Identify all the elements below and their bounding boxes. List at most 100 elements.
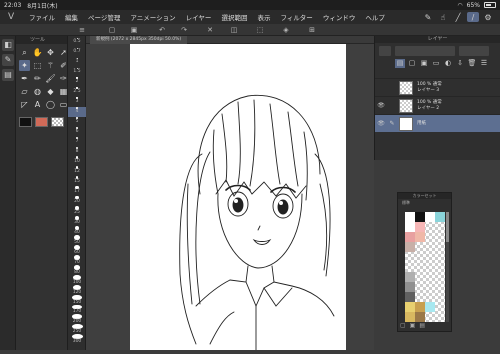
layer-menu-icon[interactable]: ☰	[479, 59, 489, 68]
brush-size-item[interactable]: 7	[68, 136, 86, 147]
brush-size-item[interactable]: 1	[68, 57, 86, 68]
brush-size-item[interactable]: 300	[68, 334, 86, 344]
pen-mode-icon[interactable]: ✎	[422, 12, 434, 22]
color-swatch[interactable]	[435, 252, 445, 262]
pen-tool-icon[interactable]: ✎	[2, 54, 14, 66]
menu-edit[interactable]: 編集	[60, 12, 83, 22]
colorset-name[interactable]: 標準	[398, 199, 451, 205]
visibility-icon[interactable]: 👁	[375, 120, 387, 127]
color-swatch[interactable]	[415, 232, 425, 242]
brush-size-item[interactable]: 120	[68, 284, 86, 295]
menu-file[interactable]: ファイル	[24, 12, 60, 22]
finger-icon[interactable]: ☝	[437, 12, 449, 22]
brush-size-item[interactable]: 17	[68, 186, 86, 196]
menu-view[interactable]: 表示	[252, 12, 275, 22]
brush-size-item[interactable]: 150	[68, 294, 86, 305]
color-swatch[interactable]	[425, 242, 435, 252]
app-logo-icon[interactable]: ᐯ	[8, 12, 20, 22]
menu-page[interactable]: ページ管理	[83, 12, 125, 22]
color-swatch[interactable]	[415, 262, 425, 272]
color-swatch[interactable]	[405, 252, 415, 262]
menu-selection[interactable]: 選択範囲	[216, 12, 252, 22]
brush-size-item[interactable]: 2	[68, 77, 86, 87]
document-tab[interactable]: 新規例 (2072 x 2845px 350dpi 50.0%)	[90, 36, 188, 44]
brush-size-item[interactable]: 1.5	[68, 67, 86, 78]
replace-color-icon[interactable]: ▣	[410, 322, 416, 329]
brush-tool-icon[interactable]: 🖌	[45, 73, 56, 84]
blend-tool-icon[interactable]: ◍	[32, 86, 43, 97]
menu-list-icon[interactable]: ≡	[78, 26, 86, 34]
color-swatch[interactable]	[405, 222, 415, 232]
brush-size-item[interactable]: 200	[68, 314, 86, 324]
opacity-slider[interactable]	[459, 45, 489, 56]
color-swatch[interactable]	[435, 212, 445, 222]
brush-size-item[interactable]: 70	[68, 255, 86, 265]
menu-window[interactable]: ウィンドウ	[318, 12, 361, 22]
color-swatch[interactable]	[425, 312, 435, 322]
color-swatch[interactable]	[435, 232, 445, 242]
fill-tool-icon[interactable]: ◆	[45, 86, 56, 97]
brush-size-item[interactable]: 8	[68, 146, 86, 157]
pen-tool-icon[interactable]: ✒	[19, 73, 30, 84]
color-swatch[interactable]	[435, 262, 445, 272]
brush-size-item[interactable]: 60	[68, 245, 86, 255]
select-tool-icon[interactable]: ⬚	[32, 60, 43, 71]
brush-size-item[interactable]: 25	[68, 205, 86, 216]
eraser-tool-icon[interactable]: ▱	[19, 86, 30, 97]
layer-tool-icon[interactable]: ▤	[2, 69, 14, 81]
menu-animation[interactable]: アニメーション	[125, 12, 180, 22]
merge-down-icon[interactable]: ⇩	[455, 59, 465, 68]
layer-row[interactable]: 100 % 通常 レイヤー 3	[375, 78, 500, 96]
hand-tool-icon[interactable]: ✋	[32, 47, 43, 58]
delete-color-icon[interactable]: ▤	[419, 322, 425, 329]
drawing-canvas[interactable]	[130, 44, 346, 351]
brush-size-item[interactable]: 2.5	[68, 87, 86, 97]
color-swatch[interactable]	[405, 302, 415, 312]
figure-tool-icon[interactable]: ◸	[19, 99, 30, 110]
brush-size-item[interactable]: 12	[68, 166, 86, 176]
color-swatch[interactable]	[405, 212, 415, 222]
color-swatch[interactable]	[435, 292, 445, 302]
brush-size-item[interactable]: 170	[68, 304, 86, 314]
color-swatch[interactable]	[425, 262, 435, 272]
brush-icon[interactable]: ╱	[452, 12, 464, 22]
layer-row-selected[interactable]: 👁 ✎ 用紙	[375, 114, 500, 132]
new-folder-icon[interactable]: ▭	[431, 59, 441, 68]
edit-pen-icon[interactable]: /	[467, 12, 479, 22]
new-raster-layer-icon[interactable]: ▢	[407, 59, 417, 68]
mask-icon[interactable]: ◐	[443, 59, 453, 68]
pencil-tool-icon[interactable]: ✏	[32, 73, 43, 84]
brush-size-item[interactable]: 4	[68, 107, 86, 117]
menu-filter[interactable]: フィルター	[275, 12, 317, 22]
tool-palette-icon[interactable]: ◧	[2, 39, 14, 51]
color-swatch[interactable]	[425, 252, 435, 262]
fill-icon[interactable]: ◈	[282, 26, 290, 34]
undo-icon[interactable]: ↶	[158, 26, 166, 34]
brush-size-item[interactable]: 20	[68, 195, 86, 206]
new-file-icon[interactable]: ▢	[108, 26, 116, 34]
color-swatch[interactable]	[405, 312, 415, 322]
brush-size-item[interactable]: 0.5	[68, 38, 86, 48]
color-swatch[interactable]	[425, 292, 435, 302]
delete-layer-icon[interactable]: 🗑	[467, 59, 477, 68]
color-swatch[interactable]	[415, 252, 425, 262]
new-vector-layer-icon[interactable]: ▣	[419, 59, 429, 68]
color-swatch[interactable]	[415, 292, 425, 302]
colorset-scrollbar[interactable]	[446, 212, 449, 322]
deselect-icon[interactable]: ⬚	[256, 26, 264, 34]
color-swatch[interactable]	[425, 302, 435, 312]
color-swatch[interactable]	[425, 212, 435, 222]
menu-help[interactable]: ヘルプ	[360, 12, 390, 22]
brush-size-item[interactable]: 100	[68, 274, 86, 285]
zoom-tool-icon[interactable]: ⌕	[19, 47, 30, 58]
color-swatch[interactable]	[405, 272, 415, 282]
color-swatch[interactable]	[405, 282, 415, 292]
color-swatch[interactable]	[435, 242, 445, 252]
layer-row[interactable]: 👁 100 % 通常 レイヤー 2	[375, 96, 500, 114]
transform-icon[interactable]: ◫	[230, 26, 238, 34]
main-color-swatch[interactable]	[19, 117, 32, 127]
color-swatch[interactable]	[415, 302, 425, 312]
brush-size-item[interactable]: 50	[68, 235, 86, 245]
sub-color-swatch[interactable]	[35, 117, 48, 127]
brush-size-item[interactable]: 15	[68, 176, 86, 186]
